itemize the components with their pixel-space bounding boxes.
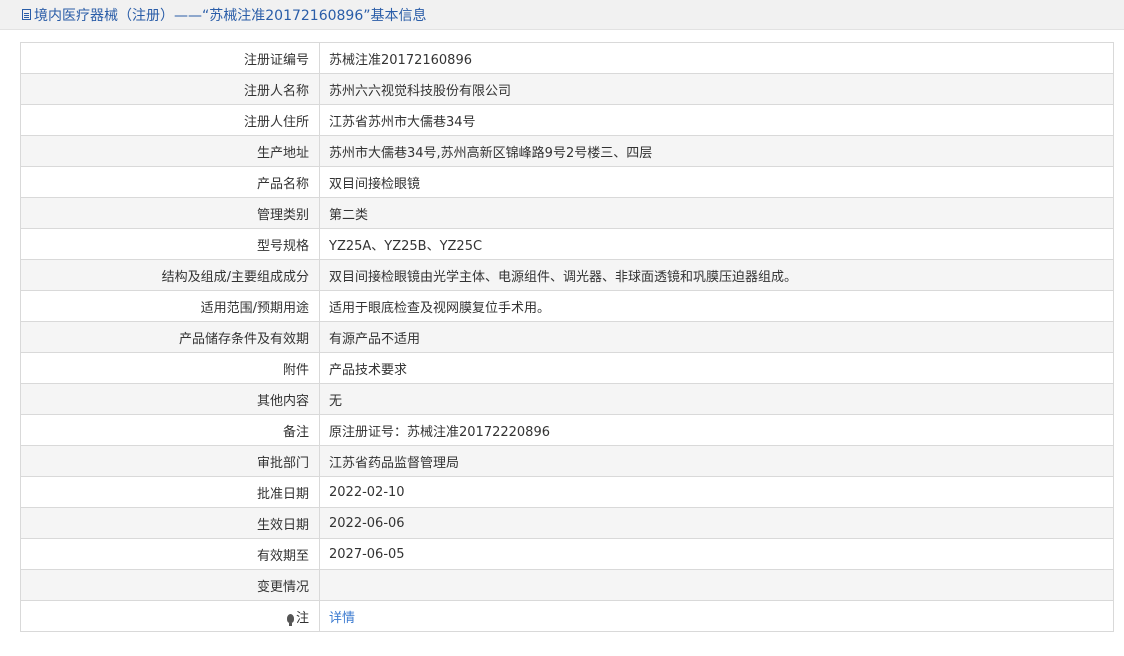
table-row: 生效日期 2022-06-06 bbox=[20, 507, 1114, 539]
row-label: 审批部门 bbox=[20, 445, 320, 477]
row-label: 产品名称 bbox=[20, 166, 320, 198]
table-row: 注册人住所 江苏省苏州市大儒巷34号 bbox=[20, 104, 1114, 136]
note-label-cell: 注 bbox=[20, 600, 320, 632]
table-row: 注册证编号 苏械注准20172160896 bbox=[20, 42, 1114, 74]
table-row: 附件 产品技术要求 bbox=[20, 352, 1114, 384]
row-value: 苏州市大儒巷34号,苏州高新区锦峰路9号2号楼三、四层 bbox=[319, 135, 1114, 167]
row-label: 有效期至 bbox=[20, 538, 320, 570]
row-value: YZ25A、YZ25B、YZ25C bbox=[319, 228, 1114, 260]
note-row: 注 详情 bbox=[20, 600, 1114, 632]
row-value: 双目间接检眼镜 bbox=[319, 166, 1114, 198]
note-label: 注 bbox=[295, 610, 309, 626]
row-label: 管理类别 bbox=[20, 197, 320, 229]
table-row: 产品储存条件及有效期 有源产品不适用 bbox=[20, 321, 1114, 353]
details-link[interactable]: 详情 bbox=[329, 611, 355, 626]
table-row: 型号规格 YZ25A、YZ25B、YZ25C bbox=[20, 228, 1114, 260]
row-label: 注册人名称 bbox=[20, 73, 320, 105]
info-panel: 注册证编号 苏械注准20172160896 注册人名称 苏州六六视觉科技股份有限… bbox=[0, 30, 1124, 656]
row-label: 生效日期 bbox=[20, 507, 320, 539]
row-label: 适用范围/预期用途 bbox=[20, 290, 320, 322]
row-value: 无 bbox=[319, 383, 1114, 415]
table-row: 结构及组成/主要组成成分 双目间接检眼镜由光学主体、电源组件、调光器、非球面透镜… bbox=[20, 259, 1114, 291]
row-value: 原注册证号：苏械注准20172220896 bbox=[319, 414, 1114, 446]
row-value: 有源产品不适用 bbox=[319, 321, 1114, 353]
row-value: 苏州六六视觉科技股份有限公司 bbox=[319, 73, 1114, 105]
row-label: 结构及组成/主要组成成分 bbox=[20, 259, 320, 291]
table-row: 适用范围/预期用途 适用于眼底检查及视网膜复位手术用。 bbox=[20, 290, 1114, 322]
row-value: 江苏省苏州市大儒巷34号 bbox=[319, 104, 1114, 136]
device-info-table: 注册证编号 苏械注准20172160896 注册人名称 苏州六六视觉科技股份有限… bbox=[20, 42, 1114, 632]
table-row: 管理类别 第二类 bbox=[20, 197, 1114, 229]
table-row: 审批部门 江苏省药品监督管理局 bbox=[20, 445, 1114, 477]
row-label: 型号规格 bbox=[20, 228, 320, 260]
table-row: 产品名称 双目间接检眼镜 bbox=[20, 166, 1114, 198]
table-row: 有效期至 2027-06-05 bbox=[20, 538, 1114, 570]
table-row: 变更情况 bbox=[20, 569, 1114, 601]
row-label: 批准日期 bbox=[20, 476, 320, 508]
row-label: 附件 bbox=[20, 352, 320, 384]
note-value-cell: 详情 bbox=[319, 600, 1114, 632]
row-value: 第二类 bbox=[319, 197, 1114, 229]
row-value: 江苏省药品监督管理局 bbox=[319, 445, 1114, 477]
row-value: 2022-02-10 bbox=[319, 476, 1114, 508]
document-icon bbox=[22, 9, 31, 20]
row-label: 备注 bbox=[20, 414, 320, 446]
table-row: 批准日期 2022-02-10 bbox=[20, 476, 1114, 508]
row-label: 生产地址 bbox=[20, 135, 320, 167]
row-label: 其他内容 bbox=[20, 383, 320, 415]
row-value: 2022-06-06 bbox=[319, 507, 1114, 539]
table-row: 备注 原注册证号：苏械注准20172220896 bbox=[20, 414, 1114, 446]
row-value bbox=[319, 569, 1114, 601]
page-title: 境内医疗器械（注册）——“苏械注准20172160896”基本信息 bbox=[34, 7, 427, 24]
row-label: 变更情况 bbox=[20, 569, 320, 601]
lightbulb-icon bbox=[286, 613, 294, 626]
row-value: 适用于眼底检查及视网膜复位手术用。 bbox=[319, 290, 1114, 322]
row-value: 产品技术要求 bbox=[319, 352, 1114, 384]
page-header: 境内医疗器械（注册）——“苏械注准20172160896”基本信息 bbox=[0, 0, 1124, 30]
row-label: 注册人住所 bbox=[20, 104, 320, 136]
row-label: 注册证编号 bbox=[20, 42, 320, 74]
table-row: 注册人名称 苏州六六视觉科技股份有限公司 bbox=[20, 73, 1114, 105]
row-value: 双目间接检眼镜由光学主体、电源组件、调光器、非球面透镜和巩膜压迫器组成。 bbox=[319, 259, 1114, 291]
table-row: 其他内容 无 bbox=[20, 383, 1114, 415]
table-row: 生产地址 苏州市大儒巷34号,苏州高新区锦峰路9号2号楼三、四层 bbox=[20, 135, 1114, 167]
row-label: 产品储存条件及有效期 bbox=[20, 321, 320, 353]
row-value: 2027-06-05 bbox=[319, 538, 1114, 570]
row-value: 苏械注准20172160896 bbox=[319, 42, 1114, 74]
